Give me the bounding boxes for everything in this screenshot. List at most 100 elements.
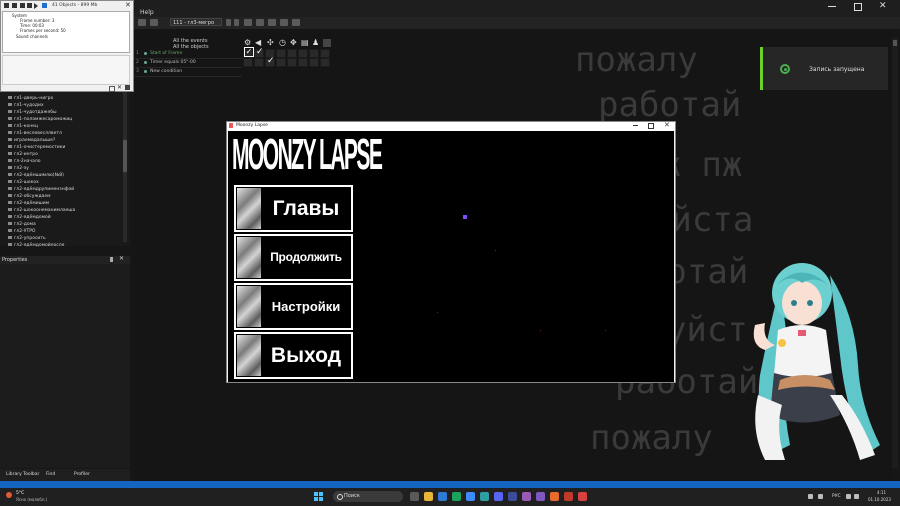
app-icon[interactable]: [466, 492, 475, 501]
tree-node-sound[interactable]: Sound channels: [16, 34, 48, 39]
frame-list-item[interactable]: гл1-поламжесароможиц: [8, 117, 72, 122]
frame-list-item[interactable]: гл2-шокоонеманимлаеша: [8, 208, 75, 213]
action-cell[interactable]: [243, 58, 253, 67]
frame-list-item[interactable]: гл-2начало: [8, 159, 40, 164]
storyboard-object-icon[interactable]: ✣: [267, 38, 276, 47]
action-cell[interactable]: [298, 58, 308, 67]
close-icon[interactable]: ✕: [879, 1, 887, 11]
network-icon[interactable]: [846, 494, 851, 499]
action-cell[interactable]: [320, 58, 330, 67]
checkmark-icon[interactable]: ✓: [244, 47, 254, 57]
toolbar-button[interactable]: [138, 19, 146, 26]
volume-icon[interactable]: [854, 494, 859, 499]
action-cell[interactable]: [320, 49, 330, 58]
frame-list-item[interactable]: гл2-ядёмдрупимензнфой: [8, 187, 74, 192]
frame-list-item[interactable]: гл2-интро: [8, 152, 38, 157]
tab-find[interactable]: Find: [46, 472, 55, 477]
menu-chapters-button[interactable]: Главы: [234, 185, 353, 232]
scrollbar-thumb[interactable]: [893, 40, 897, 46]
app-icon[interactable]: [564, 492, 573, 501]
debugger-tool-icon[interactable]: [42, 3, 47, 8]
close-icon[interactable]: ✕: [119, 255, 124, 262]
maximize-icon[interactable]: [648, 123, 654, 129]
event-row[interactable]: 3 New condition: [134, 67, 242, 77]
frame-selector[interactable]: 1​11 - гл3-мегро: [170, 18, 222, 26]
sound-object-icon[interactable]: ◀: [255, 38, 264, 47]
toolbar-button[interactable]: [280, 19, 288, 26]
prev-frame-icon[interactable]: [226, 19, 231, 26]
app-icon[interactable]: [578, 492, 587, 501]
pin-icon[interactable]: [110, 257, 113, 262]
frame-list-item[interactable]: гл1-веслевесллветл: [8, 131, 62, 136]
frame-list-item[interactable]: гл1-чудодих: [8, 103, 44, 108]
weather-icon[interactable]: [6, 492, 12, 498]
action-cell[interactable]: [309, 49, 319, 58]
player-object-icon[interactable]: ♟: [312, 38, 321, 47]
tray-icon[interactable]: [818, 494, 823, 499]
frame-list-item[interactable]: гл2-обсуждаем: [8, 194, 50, 199]
frame-list-item[interactable]: гл2-ядёмдомойлосле: [8, 243, 64, 248]
frame-list-item[interactable]: гл1-очистеремостики: [8, 145, 65, 150]
app-icon[interactable]: [480, 492, 489, 501]
file-explorer-icon[interactable]: [424, 492, 433, 501]
step-icon[interactable]: [27, 3, 32, 8]
checkmark-icon[interactable]: ✓: [256, 47, 264, 57]
play-icon[interactable]: [34, 3, 38, 9]
action-cell[interactable]: [254, 58, 264, 67]
toolbar-button[interactable]: [292, 19, 300, 26]
app-icon[interactable]: [452, 492, 461, 501]
pin-icon[interactable]: [125, 85, 130, 90]
scrollbar-thumb[interactable]: [123, 140, 127, 172]
menu-continue-button[interactable]: Продолжить: [234, 234, 353, 281]
app-icon[interactable]: [508, 492, 517, 501]
maximize-icon[interactable]: [854, 3, 862, 11]
next-frame-icon[interactable]: [234, 19, 239, 26]
discord-icon[interactable]: [494, 492, 503, 501]
frame-list-item[interactable]: гл1-дверь-нигро: [8, 96, 53, 101]
app-icon[interactable]: [550, 492, 559, 501]
minimize-icon[interactable]: [633, 125, 638, 126]
action-cell[interactable]: [309, 58, 319, 67]
frame-list-item[interactable]: гл2-ядёмдомой: [8, 215, 51, 220]
chevron-up-icon[interactable]: [808, 494, 813, 499]
toolbar-button[interactable]: [268, 19, 276, 26]
pause-icon[interactable]: [20, 3, 25, 8]
tab-library-toolbar[interactable]: Library Toolbar: [6, 472, 39, 477]
frame-list-item[interactable]: гл2-шокох: [8, 180, 39, 185]
menu-settings-button[interactable]: Настройки: [234, 283, 353, 330]
close-icon[interactable]: ✕: [125, 1, 131, 9]
browser-icon[interactable]: [438, 492, 447, 501]
stop-icon[interactable]: [12, 3, 17, 8]
toolbar-button[interactable]: [256, 19, 264, 26]
frame-list-item[interactable]: гл2-упросить: [8, 236, 46, 241]
checkmark-icon[interactable]: ✓: [267, 56, 275, 66]
keyboard-object-icon[interactable]: ▤: [301, 38, 310, 47]
action-cell[interactable]: [276, 58, 286, 67]
action-cell[interactable]: [276, 49, 286, 58]
action-cell[interactable]: [298, 49, 308, 58]
frame-list-item[interactable]: гл2-ядёмшимлю(№8): [8, 173, 64, 178]
close-icon[interactable]: ✕: [117, 84, 122, 91]
frame-list-item[interactable]: гл2-дома: [8, 222, 36, 227]
close-icon[interactable]: ✕: [664, 121, 670, 129]
frame-list-item[interactable]: гл2-УТРО: [8, 229, 35, 234]
frame-list-item[interactable]: гл1-конец: [8, 124, 38, 129]
clock-date[interactable]: 01.10.2023: [868, 497, 891, 502]
frame-list-item[interactable]: играемвдалыше?: [8, 138, 55, 143]
action-cell[interactable]: [287, 58, 297, 67]
restart-icon[interactable]: [4, 3, 9, 8]
frame-list-item[interactable]: гл2-ядёмишим: [8, 201, 49, 206]
toolbar-button[interactable]: [150, 19, 158, 26]
frame-list-item[interactable]: гл2-эу: [8, 166, 29, 171]
start-button[interactable]: [314, 492, 323, 501]
task-view-icon[interactable]: [410, 492, 419, 501]
menu-help[interactable]: Help: [140, 9, 154, 16]
timer-object-icon[interactable]: ◷: [279, 38, 288, 47]
maximize-icon[interactable]: [109, 86, 115, 92]
create-object-icon[interactable]: ✥: [290, 38, 299, 47]
action-cell[interactable]: [287, 49, 297, 58]
system-object-icon[interactable]: ⚙: [244, 38, 253, 47]
menu-exit-button[interactable]: Выход: [234, 332, 353, 379]
vertical-scrollbar[interactable]: [892, 38, 898, 468]
toolbar-button[interactable]: [244, 19, 252, 26]
